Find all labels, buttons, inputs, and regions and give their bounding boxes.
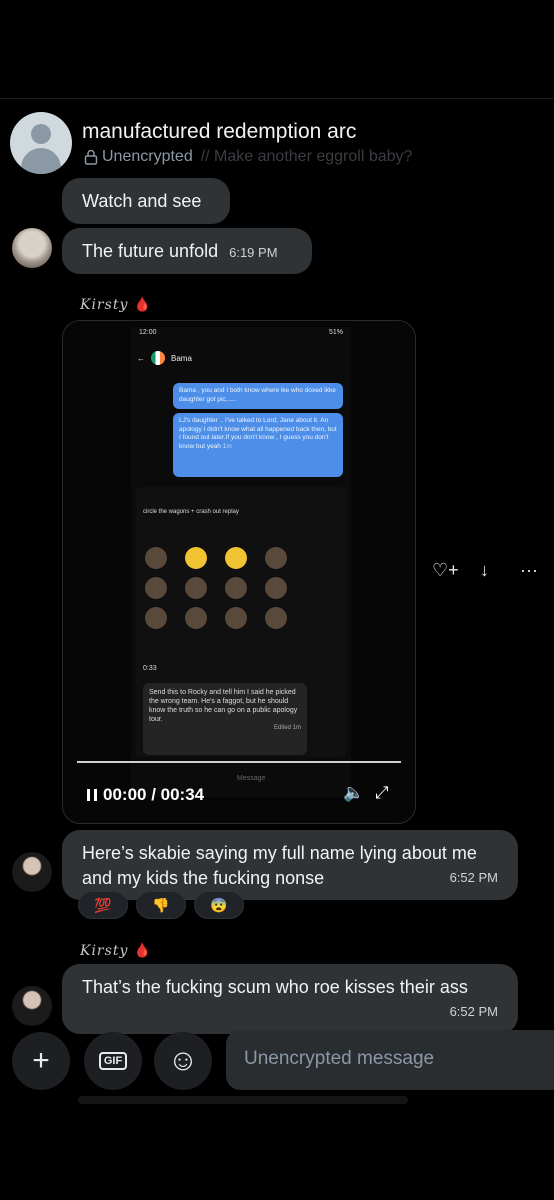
participant-avatar (185, 547, 207, 569)
message-text: Watch and see (82, 191, 202, 211)
participant-avatar (145, 607, 167, 629)
participant-avatar (225, 607, 247, 629)
back-arrow-icon: ← (137, 353, 145, 363)
message-bubble[interactable]: Watch and see (62, 178, 230, 224)
phone-contact-name: Bama (171, 353, 192, 363)
preview-ghost-text: // Make another eggroll baby? (200, 148, 413, 165)
video-progress-bar[interactable] (77, 761, 401, 763)
reaction-pill[interactable]: 💯 (78, 891, 128, 919)
reaction-pill[interactable]: 👎 (136, 891, 186, 919)
message-bubble[interactable]: The future unfold 6:19 PM (62, 228, 312, 274)
video-frame-screenshot: 12:00 51% ← Bama Bama , you and I both k… (131, 327, 351, 797)
avatar[interactable] (12, 228, 52, 268)
phone-message-time: 1m (222, 442, 232, 450)
add-reaction-icon[interactable]: ♡+ (432, 560, 459, 581)
reaction-pill[interactable]: 😨 (194, 891, 244, 919)
media-actions: ♡+ ↓ ··· (432, 560, 544, 584)
sender-label: Kirsty (80, 943, 129, 959)
faded-text-line (78, 1096, 408, 1104)
message-composer: + GIF ☺ Unencrypted message (0, 1026, 554, 1100)
phone-battery: 51% (328, 329, 343, 336)
conversation-title: manufactured redemption arc (82, 120, 357, 143)
fullscreen-icon[interactable]: ⤢ (375, 783, 389, 803)
space-title: circle the wagons + crash out replay (143, 509, 239, 515)
phone-status-bar: 12:00 51% (139, 329, 343, 336)
conversation-header[interactable]: manufactured redemption arc Unencrypted … (10, 112, 550, 176)
blood-drop-icon: 🩸 (133, 943, 153, 959)
divider (0, 98, 554, 99)
participant-avatar (145, 547, 167, 569)
participant-avatar (185, 607, 207, 629)
message-timestamp: 6:19 PM (229, 245, 278, 260)
message-bubble[interactable]: That’s the fucking scum who roe kisses t… (62, 964, 518, 1034)
pause-icon[interactable] (87, 789, 97, 801)
message-input[interactable]: Unencrypted message (226, 1030, 554, 1090)
message-text: The future unfold (82, 241, 219, 261)
emoji-button[interactable]: ☺ (154, 1032, 212, 1090)
hundred-icon: 💯 (94, 896, 112, 913)
message-bubble[interactable]: Here’s skabie saying my full name lying … (62, 830, 518, 900)
reactions-row: 💯 👎 😨 (78, 891, 244, 919)
avatar[interactable] (12, 852, 52, 892)
space-timer: 0:33 (143, 665, 157, 672)
participant-avatar (225, 547, 247, 569)
participant-avatar (145, 577, 167, 599)
gif-icon: GIF (98, 1052, 128, 1070)
flag-avatar (151, 351, 165, 365)
message-input-placeholder: Unencrypted message (244, 1048, 435, 1069)
video-attachment[interactable]: 12:00 51% ← Bama Bama , you and I both k… (62, 320, 416, 824)
phone-space-card: circle the wagons + crash out replay 0:3… (135, 487, 347, 757)
emoji-icon: ☺ (167, 1044, 199, 1077)
space-participants (145, 547, 295, 629)
message-timestamp: 6:52 PM (449, 1004, 498, 1019)
encryption-label: Unencrypted (102, 148, 193, 165)
default-avatar-head (31, 124, 51, 144)
fearful-face-icon: 😨 (210, 896, 228, 913)
message-text: That’s the fucking scum who roe kisses t… (82, 977, 468, 997)
participant-avatar (185, 577, 207, 599)
thumbs-down-icon: 👎 (152, 896, 170, 913)
sender-name: Kirsty 🩸 (80, 297, 152, 313)
download-icon[interactable]: ↓ (480, 560, 489, 581)
phone-chat-header: ← Bama (137, 349, 345, 367)
volume-icon[interactable]: 🔈 (343, 783, 364, 803)
message-text: Here’s skabie saying my full name lying … (82, 843, 477, 888)
sender-label: Kirsty (80, 297, 129, 313)
phone-message-text: LJ's daughter .. I've talked to Lord, Ja… (179, 417, 337, 450)
phone-message-input: Message (237, 775, 266, 782)
top-bar (0, 0, 554, 98)
space-reply-edited: Edited 1m (273, 725, 301, 731)
space-reply: Send this to Rocky and tell him I said h… (143, 683, 307, 755)
default-avatar-body (21, 148, 61, 174)
phone-status-time: 12:00 (139, 329, 157, 336)
video-time: 00:00 / 00:34 (103, 785, 205, 804)
participant-avatar (265, 547, 287, 569)
phone-message: LJ's daughter .. I've talked to Lord, Ja… (173, 413, 343, 477)
avatar[interactable] (12, 986, 52, 1026)
plus-icon: + (32, 1044, 50, 1077)
phone-message-text: Bama , you and I both know where ike who… (179, 387, 336, 403)
space-reply-text: Send this to Rocky and tell him I said h… (149, 689, 298, 723)
lock-icon (84, 149, 98, 165)
more-options-icon[interactable]: ··· (520, 560, 538, 581)
message-timestamp: 6:52 PM (449, 870, 498, 885)
participant-avatar (225, 577, 247, 599)
encryption-status: Unencrypted // Make another eggroll baby… (84, 148, 412, 166)
phone-message: Bama , you and I both know where ike who… (173, 383, 343, 409)
avatar[interactable] (10, 112, 72, 174)
sender-name: Kirsty 🩸 (80, 943, 152, 959)
add-attachment-button[interactable]: + (12, 1032, 70, 1090)
blood-drop-icon: 🩸 (133, 297, 153, 313)
gif-button[interactable]: GIF (84, 1032, 142, 1090)
participant-avatar (265, 607, 287, 629)
participant-avatar (265, 577, 287, 599)
